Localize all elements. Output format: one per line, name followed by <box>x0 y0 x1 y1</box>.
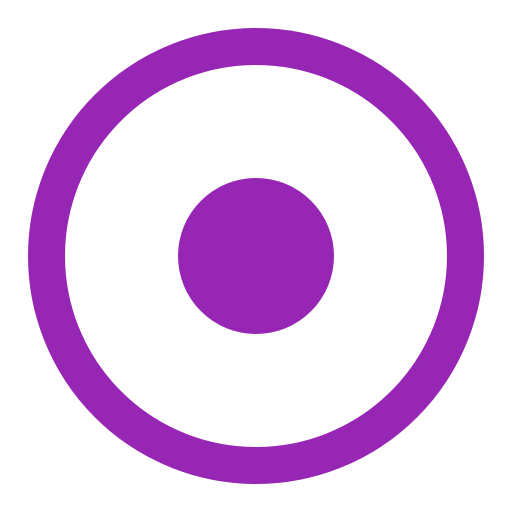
radio-button-checked-icon <box>28 28 484 484</box>
radio-inner-dot <box>178 178 334 334</box>
icon-canvas <box>0 0 512 512</box>
